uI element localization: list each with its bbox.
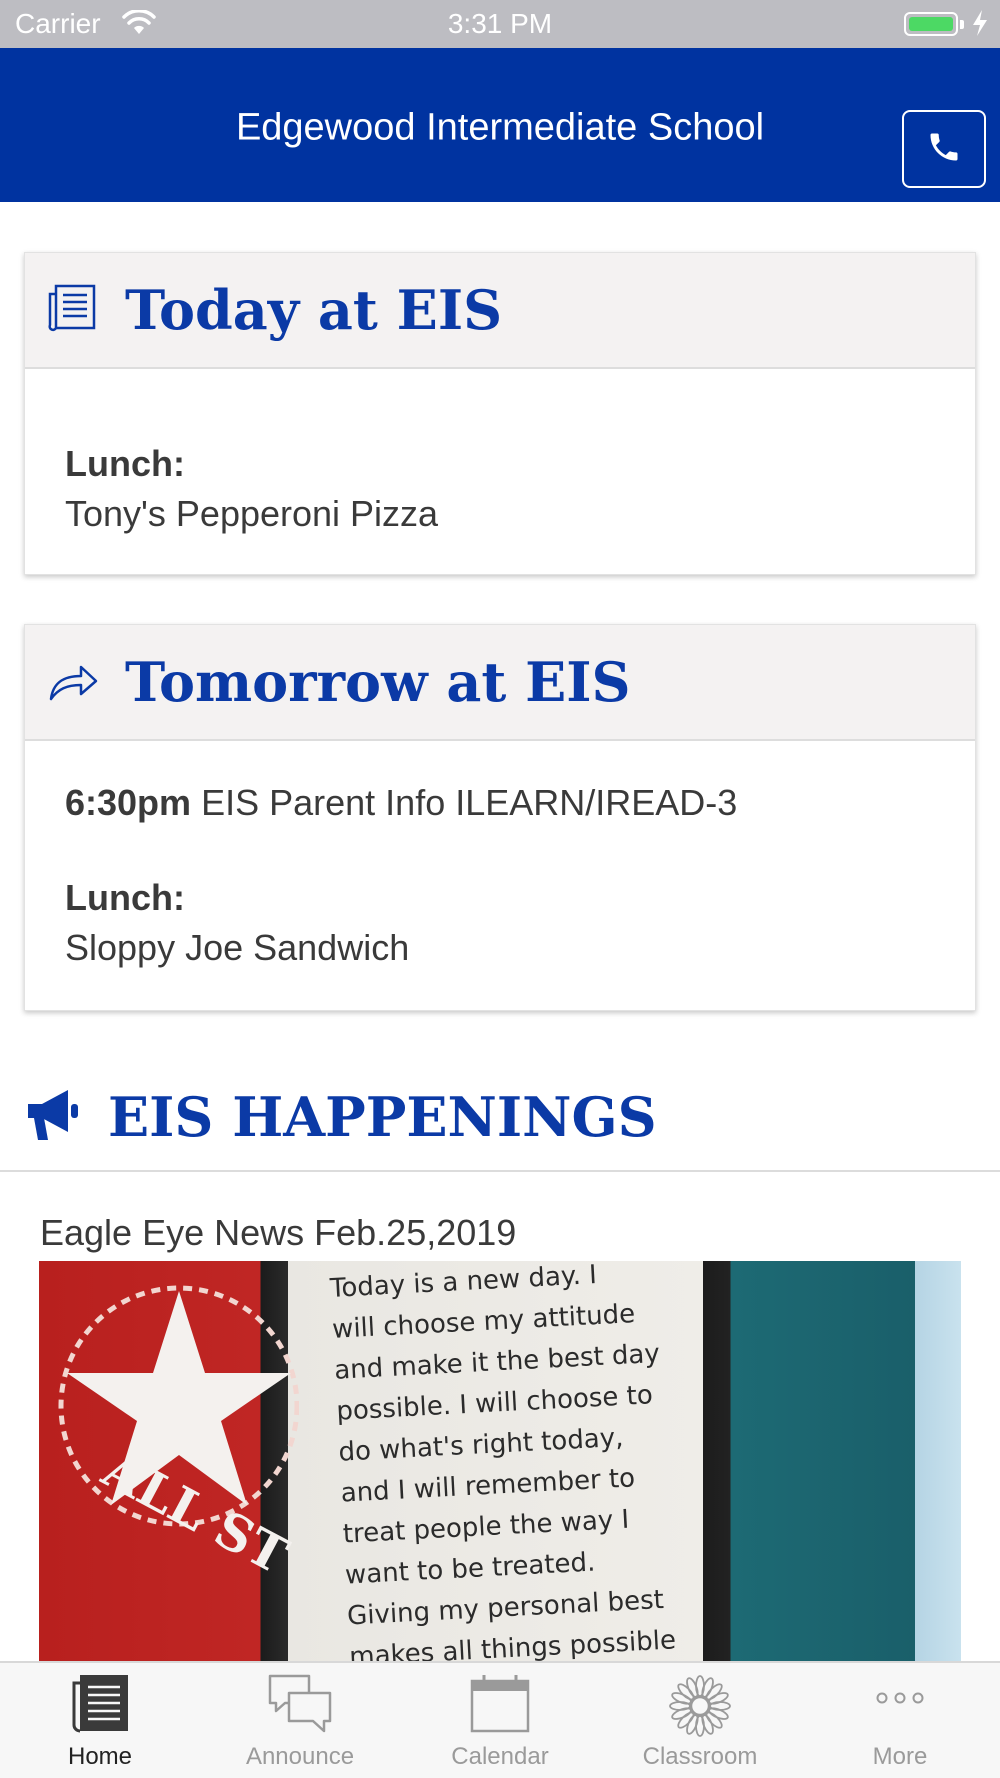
phone-icon	[926, 129, 962, 170]
tab-calendar[interactable]: Calendar	[400, 1663, 600, 1778]
news-title[interactable]: Eagle Eye News Feb.25,2019	[40, 1212, 516, 1254]
flower-petal	[677, 1683, 695, 1701]
charging-bolt-icon	[970, 8, 990, 43]
tab-classroom[interactable]: Classroom	[600, 1663, 800, 1778]
flower-petal	[677, 1711, 695, 1729]
tomorrow-card: Tomorrow at EIS 6:30pm EIS Parent Info I…	[24, 624, 976, 1011]
frame-text: Today is a new day. I will choose my att…	[329, 1261, 720, 1661]
nav-bar: Edgewood Intermediate School	[0, 48, 1000, 202]
flower-petal	[705, 1711, 723, 1729]
today-lunch-label: Lunch:	[65, 443, 185, 484]
today-card: Today at EIS Lunch: Tony's Pepperoni Piz…	[24, 252, 976, 575]
chat-bubbles-icon	[267, 1673, 333, 1740]
calendar-icon	[469, 1673, 531, 1740]
school-title: Edgewood Intermediate School	[235, 106, 765, 149]
flower-petal	[705, 1683, 723, 1701]
more-dots-icon	[875, 1691, 925, 1710]
today-title: Today at EIS	[125, 278, 503, 342]
tab-label: Calendar	[451, 1743, 549, 1770]
shirt-star-graphic: ALL ST	[58, 1285, 299, 1585]
tomorrow-event[interactable]: 6:30pm EIS Parent Info ILEARN/IREAD-3	[65, 782, 737, 824]
event-time: 6:30pm	[65, 782, 192, 823]
status-bar: Carrier 3:31 PM	[0, 0, 1000, 48]
happenings-title: EIS HAPPENINGS	[108, 1085, 657, 1149]
tab-more[interactable]: More	[800, 1663, 1000, 1778]
today-card-header: Today at EIS	[25, 253, 975, 369]
tomorrow-lunch-value: Sloppy Joe Sandwich	[65, 927, 410, 968]
event-title: EIS Parent Info ILEARN/IREAD-3	[201, 782, 738, 823]
flower-icon	[667, 1673, 733, 1744]
tab-label: More	[872, 1743, 928, 1770]
happenings-header: EIS HAPPENINGS	[0, 1070, 1000, 1172]
tomorrow-lunch-label: Lunch:	[65, 877, 185, 918]
tab-home[interactable]: Home	[0, 1663, 200, 1778]
battery-fill	[909, 17, 953, 31]
tab-label: Announce	[245, 1743, 355, 1770]
tab-label: Classroom	[642, 1743, 758, 1770]
tomorrow-card-header: Tomorrow at EIS	[25, 625, 975, 741]
battery-icon	[904, 12, 958, 36]
share-arrow-icon	[47, 663, 99, 708]
megaphone-icon	[24, 1086, 82, 1149]
tab-label: Home	[67, 1743, 133, 1770]
tab-bar: Home Announce Calendar Classroom More	[0, 1661, 1000, 1778]
news-image[interactable]: ALL ST Today is a new day. I will choose…	[39, 1261, 961, 1661]
home-list-icon	[70, 1673, 130, 1738]
tab-announce[interactable]: Announce	[200, 1663, 400, 1778]
today-lunch-value: Tony's Pepperoni Pizza	[65, 493, 439, 534]
tomorrow-title: Tomorrow at EIS	[125, 650, 631, 714]
battery-tip	[960, 20, 964, 29]
newspaper-icon	[47, 283, 97, 338]
status-time: 3:31 PM	[447, 8, 553, 39]
call-button[interactable]	[902, 110, 986, 188]
